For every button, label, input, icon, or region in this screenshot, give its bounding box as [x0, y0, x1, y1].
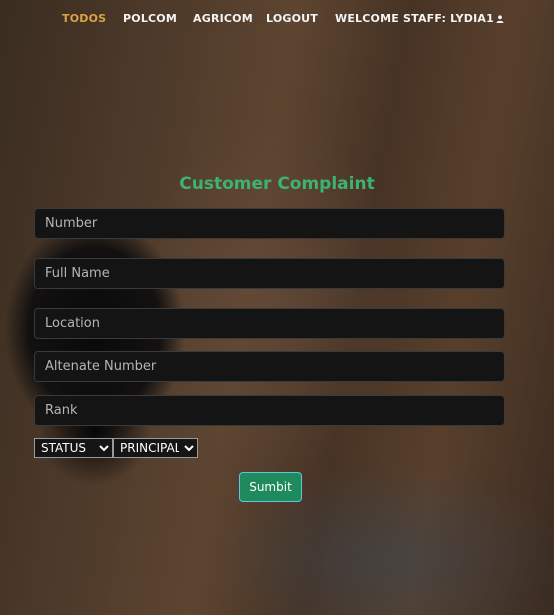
location-input[interactable]	[34, 308, 505, 339]
submit-button[interactable]: Sumbit	[239, 472, 302, 502]
rank-input[interactable]	[34, 395, 505, 426]
welcome-label: WELCOME STAFF: LYDIA1	[335, 12, 494, 25]
alternate-number-input[interactable]	[34, 351, 505, 382]
user-icon	[496, 15, 504, 23]
status-select[interactable]: STATUS	[34, 438, 113, 458]
select-group: STATUS PRINCIPAL	[34, 438, 198, 458]
nav-logout[interactable]: LOGOUT	[266, 12, 318, 25]
principal-select[interactable]: PRINCIPAL	[113, 438, 198, 458]
full-name-input[interactable]	[34, 258, 505, 289]
top-nav: TODOS POLCOM AGRICOM LOGOUT WELCOME STAF…	[0, 0, 554, 38]
number-input[interactable]	[34, 208, 505, 239]
nav-todos[interactable]: TODOS	[62, 12, 106, 25]
nav-welcome-user[interactable]: WELCOME STAFF: LYDIA1	[335, 12, 504, 25]
form-title: Customer Complaint	[179, 174, 375, 194]
nav-polcom[interactable]: POLCOM	[123, 12, 177, 25]
nav-agricom[interactable]: AGRICOM	[193, 12, 253, 25]
